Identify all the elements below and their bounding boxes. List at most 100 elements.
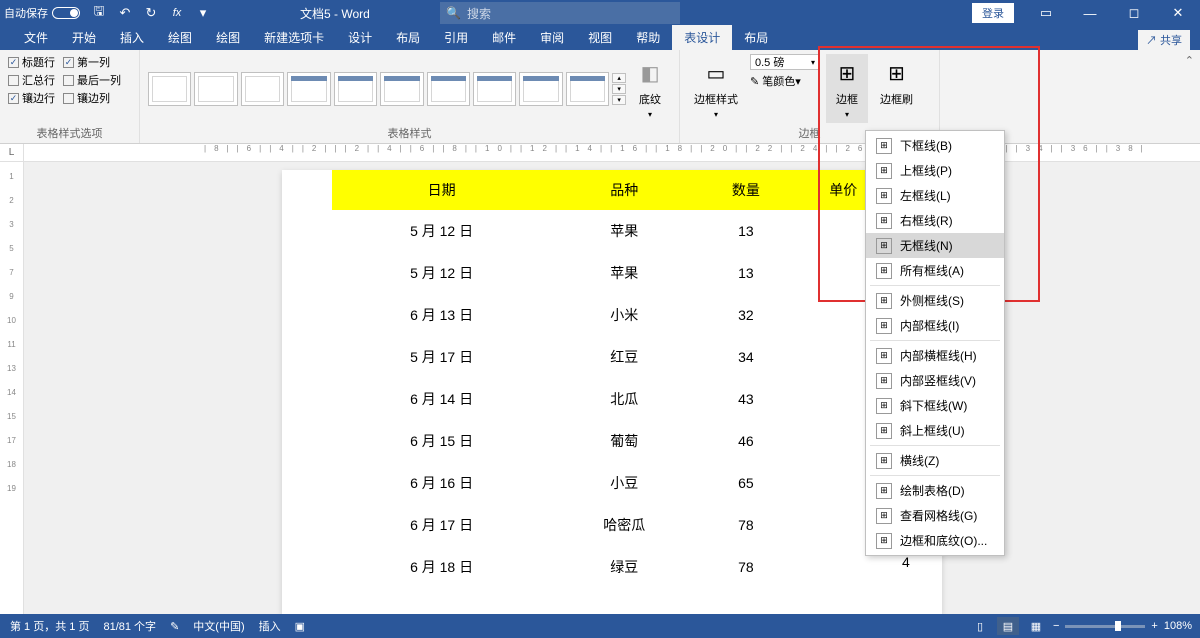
table-cell[interactable]: 6 月 14 日 [332, 378, 551, 420]
tab-文件[interactable]: 文件 [12, 25, 60, 50]
table-cell[interactable]: 34 [697, 336, 794, 378]
table-cell[interactable]: 5 月 12 日 [332, 210, 551, 252]
style-thumb[interactable] [380, 72, 423, 106]
table-cell[interactable]: 6 月 13 日 [332, 294, 551, 336]
zoom-out-button[interactable]: − [1053, 620, 1059, 632]
dropdown-item-A[interactable]: ⊞所有框线(A) [866, 258, 1004, 283]
tab-帮助[interactable]: 帮助 [624, 25, 672, 50]
tab-设计[interactable]: 设计 [336, 25, 384, 50]
zoom-level[interactable]: 108% [1164, 620, 1192, 632]
table-header-cell[interactable]: 品种 [551, 170, 697, 210]
table-cell[interactable]: 小豆 [551, 462, 697, 504]
style-thumb[interactable] [334, 72, 377, 106]
table-row[interactable]: 5 月 12 日苹果13 [332, 210, 892, 252]
horizontal-ruler[interactable]: |8||6||4||2|||2||4||6||8||10||12||14||16… [24, 144, 1200, 161]
zoom-in-button[interactable]: + [1151, 620, 1157, 632]
dropdown-item-U[interactable]: ⊞斜上框线(U) [866, 418, 1004, 443]
border-painter-button[interactable]: ⊞ 边框刷 [874, 54, 919, 111]
pen-color-button[interactable]: ✎ 笔颜色▾ [750, 73, 820, 89]
dropdown-item-I[interactable]: ⊞内部框线(I) [866, 313, 1004, 338]
table-cell[interactable]: 苹果 [551, 210, 697, 252]
checkbox-banded-col[interactable]: 镶边列 [63, 90, 110, 106]
tab-视图[interactable]: 视图 [576, 25, 624, 50]
table-cell[interactable]: 78 [697, 546, 794, 588]
view-focus-icon[interactable]: ▯ [969, 617, 991, 635]
styles-gallery[interactable]: ▴ ▾ ▾ ◧ 底纹 ▾ [148, 54, 671, 123]
undo-icon[interactable]: ↶ [116, 4, 134, 22]
status-language[interactable]: 中文(中国) [193, 618, 244, 634]
page-viewport[interactable]: 日期品种数量单价 5 月 12 日苹果135 月 12 日苹果136 月 13 … [24, 162, 1200, 614]
table-cell[interactable]: 葡萄 [551, 420, 697, 462]
style-thumb[interactable] [473, 72, 516, 106]
style-thumb[interactable] [194, 72, 237, 106]
chevron-down-icon[interactable]: ▾ [612, 84, 626, 94]
tab-邮件[interactable]: 邮件 [480, 25, 528, 50]
status-mode[interactable]: 插入 [259, 618, 281, 634]
tab-绘图[interactable]: 绘图 [204, 25, 252, 50]
table-row[interactable]: 6 月 13 日小米32 [332, 294, 892, 336]
fx-icon[interactable]: fx [168, 4, 186, 22]
table-row[interactable]: 6 月 17 日哈密瓜78 [332, 504, 892, 546]
table-cell[interactable]: 哈密瓜 [551, 504, 697, 546]
dropdown-item-R[interactable]: ⊞右框线(R) [866, 208, 1004, 233]
shading-button[interactable]: ◧ 底纹 ▾ [629, 54, 671, 123]
dropdown-item-P[interactable]: ⊞上框线(P) [866, 158, 1004, 183]
style-thumb[interactable] [287, 72, 330, 106]
table-cell[interactable]: 5 月 17 日 [332, 336, 551, 378]
zoom-slider[interactable] [1065, 625, 1145, 628]
tab-布局[interactable]: 布局 [384, 25, 432, 50]
table-cell[interactable]: 13 [697, 252, 794, 294]
maximize-button[interactable]: ◻ [1112, 0, 1156, 26]
tab-表设计[interactable]: 表设计 [672, 25, 732, 50]
style-thumb[interactable] [427, 72, 470, 106]
table-cell[interactable]: 6 月 16 日 [332, 462, 551, 504]
table-cell[interactable]: 6 月 17 日 [332, 504, 551, 546]
ribbon-display-icon[interactable]: ▭ [1024, 0, 1068, 26]
style-thumb[interactable] [148, 72, 191, 106]
status-words[interactable]: 81/81 个字 [103, 618, 156, 634]
table-cell[interactable]: 32 [697, 294, 794, 336]
login-button[interactable]: 登录 [972, 3, 1014, 23]
tab-插入[interactable]: 插入 [108, 25, 156, 50]
table-cell[interactable]: 13 [697, 210, 794, 252]
checkbox-header-row[interactable]: ✓标题行 [8, 54, 55, 70]
table-row[interactable]: 6 月 18 日绿豆78 [332, 546, 892, 588]
table-cell[interactable]: 6 月 15 日 [332, 420, 551, 462]
data-table[interactable]: 日期品种数量单价 5 月 12 日苹果135 月 12 日苹果136 月 13 … [332, 170, 892, 588]
table-cell[interactable]: 46 [697, 420, 794, 462]
style-thumb[interactable] [519, 72, 562, 106]
border-styles-button[interactable]: ▭ 边框样式 ▾ [688, 54, 744, 123]
qat-more-icon[interactable]: ▾ [194, 4, 212, 22]
tab-引用[interactable]: 引用 [432, 25, 480, 50]
view-web-icon[interactable]: ▦ [1025, 617, 1047, 635]
checkbox-first-col[interactable]: ✓第一列 [63, 54, 110, 70]
status-proofing-icon[interactable]: ✎ [170, 620, 179, 633]
table-cell[interactable]: 5 月 12 日 [332, 252, 551, 294]
dropdown-item-B[interactable]: ⊞下框线(B) [866, 133, 1004, 158]
dropdown-item-D[interactable]: ⊞绘制表格(D) [866, 478, 1004, 503]
search-box[interactable]: 🔍 搜索 [440, 2, 680, 24]
table-row[interactable]: 6 月 16 日小豆65 [332, 462, 892, 504]
dropdown-item-W[interactable]: ⊞斜下框线(W) [866, 393, 1004, 418]
auto-save-toggle[interactable]: 自动保存 [4, 5, 80, 21]
checkbox-total-row[interactable]: 汇总行 [8, 72, 55, 88]
style-thumb[interactable] [566, 72, 609, 106]
table-cell[interactable]: 65 [697, 462, 794, 504]
vertical-ruler[interactable]: 1235791011131415171819 [0, 162, 24, 614]
checkbox-banded-row[interactable]: ✓镶边行 [8, 90, 55, 106]
tab-开始[interactable]: 开始 [60, 25, 108, 50]
close-button[interactable]: ✕ [1156, 0, 1200, 26]
share-button[interactable]: ↗ 共享 [1138, 30, 1190, 50]
table-cell[interactable]: 苹果 [551, 252, 697, 294]
table-cell[interactable]: 红豆 [551, 336, 697, 378]
more-icon[interactable]: ▾ [612, 95, 626, 105]
table-header-cell[interactable]: 日期 [332, 170, 551, 210]
style-thumb[interactable] [241, 72, 284, 106]
dropdown-item-V[interactable]: ⊞内部竖框线(V) [866, 368, 1004, 393]
save-icon[interactable]: 🖫 [90, 4, 108, 22]
table-cell[interactable]: 43 [697, 378, 794, 420]
tab-新建选项卡[interactable]: 新建选项卡 [252, 25, 336, 50]
dropdown-item-O[interactable]: ⊞边框和底纹(O)... [866, 528, 1004, 553]
gallery-scroll[interactable]: ▴ ▾ ▾ [612, 73, 626, 105]
view-print-icon[interactable]: ▤ [997, 617, 1019, 635]
